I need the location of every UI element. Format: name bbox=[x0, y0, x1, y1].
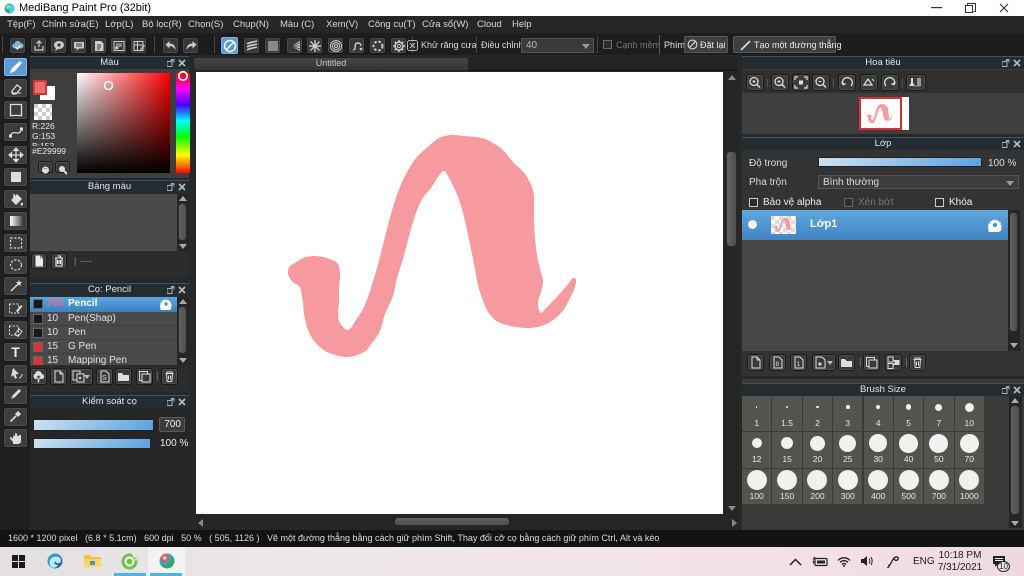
svg-text:1: 1 bbox=[797, 361, 801, 368]
svg-text:S: S bbox=[102, 375, 107, 382]
svg-text:8: 8 bbox=[776, 361, 780, 368]
